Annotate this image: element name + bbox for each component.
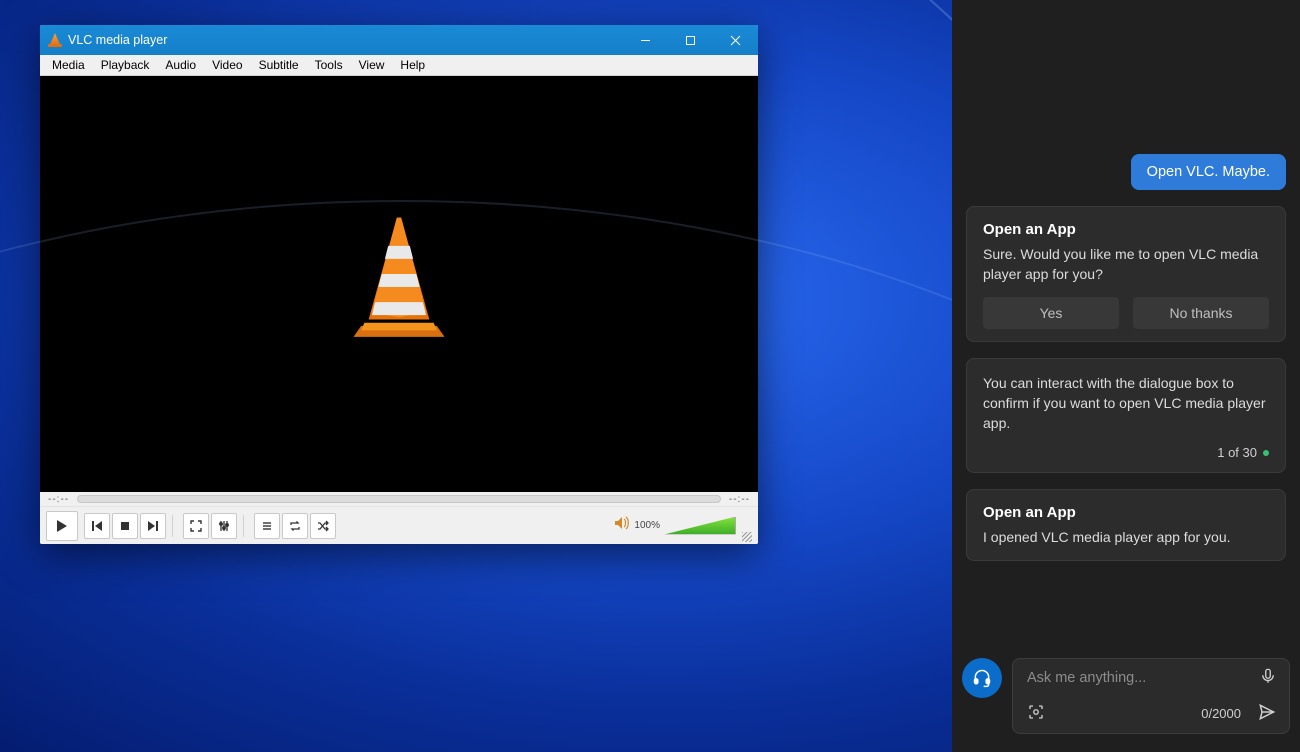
- card-body: I opened VLC media player app for you.: [983, 527, 1269, 547]
- card-title: Open an App: [983, 221, 1269, 238]
- speaker-icon[interactable]: [614, 516, 630, 535]
- shuffle-button[interactable]: [310, 513, 336, 539]
- resize-grip[interactable]: [742, 532, 752, 542]
- menu-subtitle[interactable]: Subtitle: [251, 56, 307, 74]
- vlc-window: VLC media player Media Playback Audio Vi…: [40, 25, 758, 544]
- window-title: VLC media player: [68, 33, 167, 47]
- play-button[interactable]: [46, 511, 78, 541]
- chat-input-box: 0/2000: [1012, 658, 1290, 734]
- fullscreen-button[interactable]: [183, 513, 209, 539]
- voice-chat-button[interactable]: [962, 658, 1002, 698]
- menu-help[interactable]: Help: [392, 56, 433, 74]
- confirm-no-button[interactable]: No thanks: [1133, 297, 1269, 329]
- volume-percent: 100%: [634, 520, 660, 531]
- video-canvas[interactable]: [40, 76, 758, 492]
- window-titlebar[interactable]: VLC media player: [40, 25, 758, 55]
- extended-settings-button[interactable]: [211, 513, 237, 539]
- desktop-wallpaper: VLC media player Media Playback Audio Vi…: [0, 0, 952, 752]
- menu-video[interactable]: Video: [204, 56, 250, 74]
- send-button[interactable]: [1257, 702, 1277, 725]
- char-counter: 0/2000: [1201, 706, 1241, 721]
- assistant-card-instruction: You can interact with the dialogue box t…: [966, 358, 1286, 474]
- vlc-logo-icon: [334, 209, 464, 339]
- menu-audio[interactable]: Audio: [157, 56, 204, 74]
- menu-playback[interactable]: Playback: [93, 56, 158, 74]
- microphone-icon[interactable]: [1259, 667, 1277, 688]
- vlc-cone-icon: [48, 33, 62, 47]
- next-button[interactable]: [140, 513, 166, 539]
- status-dot-icon: [1263, 450, 1269, 456]
- card-body: Sure. Would you like me to open VLC medi…: [983, 244, 1269, 285]
- menu-media[interactable]: Media: [44, 56, 93, 74]
- assistant-card-open-app: Open an App Sure. Would you like me to o…: [966, 206, 1286, 342]
- playlist-button[interactable]: [254, 513, 280, 539]
- time-total: --:--: [729, 494, 750, 505]
- menu-bar: Media Playback Audio Video Subtitle Tool…: [40, 55, 758, 76]
- close-button[interactable]: [713, 25, 758, 55]
- minimize-button[interactable]: [623, 25, 668, 55]
- stop-button[interactable]: [112, 513, 138, 539]
- maximize-button[interactable]: [668, 25, 713, 55]
- copilot-sidebar: Open VLC. Maybe. Open an App Sure. Would…: [952, 0, 1300, 752]
- menu-tools[interactable]: Tools: [307, 56, 351, 74]
- assistant-card-result: Open an App I opened VLC media player ap…: [966, 489, 1286, 560]
- card-title: Open an App: [983, 504, 1269, 521]
- image-input-icon[interactable]: [1027, 703, 1045, 724]
- menu-view[interactable]: View: [351, 56, 393, 74]
- loop-button[interactable]: [282, 513, 308, 539]
- step-progress: 1 of 30: [1217, 445, 1257, 460]
- chat-input[interactable]: [1027, 670, 1259, 686]
- confirm-yes-button[interactable]: Yes: [983, 297, 1119, 329]
- playback-controls: 100%: [40, 506, 758, 544]
- chat-history[interactable]: Open VLC. Maybe. Open an App Sure. Would…: [952, 0, 1300, 650]
- chat-input-area: 0/2000: [952, 650, 1300, 752]
- seek-bar-row: --:-- --:--: [40, 492, 758, 506]
- previous-button[interactable]: [84, 513, 110, 539]
- seek-slider[interactable]: [77, 495, 721, 503]
- user-message: Open VLC. Maybe.: [1131, 154, 1286, 190]
- time-elapsed: --:--: [48, 494, 69, 505]
- volume-slider[interactable]: [664, 517, 736, 535]
- card-body: You can interact with the dialogue box t…: [983, 373, 1269, 434]
